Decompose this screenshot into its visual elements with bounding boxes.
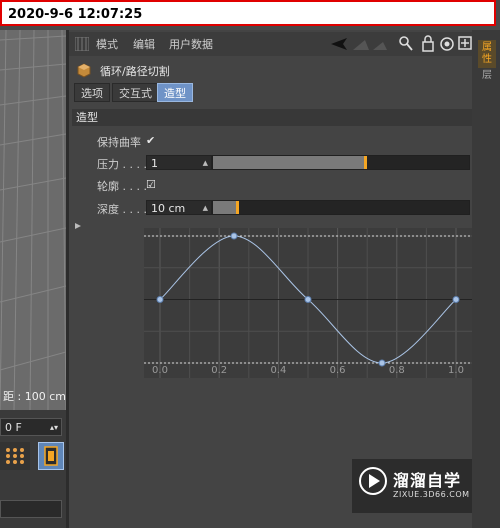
grip-icon[interactable]: [75, 37, 89, 51]
spline-point[interactable]: [378, 359, 386, 367]
play-logo-icon: [359, 467, 387, 495]
dots-icon: [6, 448, 24, 464]
depth-slider[interactable]: [212, 200, 470, 215]
depth-value: 10 cm: [151, 202, 186, 215]
pressure-label: 压力 . . . .: [97, 158, 147, 171]
dots-grid-button[interactable]: [0, 442, 30, 470]
render-film-button[interactable]: [38, 442, 64, 470]
camera-distance-label: 距 : 100 cm: [3, 390, 66, 403]
pressure-field[interactable]: 1 ▲: [146, 155, 212, 170]
pressure-value: 1: [151, 157, 158, 170]
search-icon[interactable]: [399, 36, 413, 52]
lock-icon[interactable]: [421, 35, 435, 52]
pressure-slider-fill: [213, 156, 367, 169]
tab-options[interactable]: 选项: [74, 83, 110, 102]
tab-interactive[interactable]: 交互式: [112, 83, 159, 102]
watermark-name: 溜溜自学: [393, 471, 462, 490]
loop-cut-tool-icon: [77, 63, 91, 78]
nav-arrows-icon[interactable]: [331, 36, 391, 52]
new-panel-icon[interactable]: [458, 36, 472, 52]
menu-edit[interactable]: 编辑: [133, 36, 155, 52]
bottom-dropdown[interactable]: [0, 500, 62, 518]
tab-shaping[interactable]: 造型: [157, 83, 193, 102]
spline-point[interactable]: [304, 296, 312, 303]
depth-field[interactable]: 10 cm ▲: [146, 200, 212, 215]
tab-attributes[interactable]: 属性: [478, 40, 496, 68]
keep-curve-checkbox[interactable]: ✔: [146, 135, 157, 146]
right-tab-strip: [472, 30, 500, 528]
spline-graph[interactable]: 0.0 0.2 0.4 0.6 0.8 1.0: [144, 228, 472, 378]
profile-label: 轮廓 . . . .: [97, 180, 147, 193]
depth-label: 深度 . . . .: [97, 203, 147, 216]
frame-field[interactable]: 0 F ▴▾: [0, 418, 62, 436]
3d-viewport[interactable]: [0, 30, 66, 410]
section-header: 造型: [72, 109, 472, 126]
spline-point[interactable]: [156, 296, 164, 303]
timestamp-banner: 2020-9-6 12:07:25: [0, 0, 496, 26]
x-tick-label: 0.4: [270, 365, 286, 376]
spline-point[interactable]: [230, 232, 238, 240]
menu-user-data[interactable]: 用户数据: [169, 36, 213, 52]
object-title: 循环/路径切割: [100, 65, 170, 78]
x-tick-label: 0.2: [211, 365, 227, 376]
film-icon: [44, 446, 58, 466]
keep-curve-label: 保持曲率: [97, 136, 141, 149]
depth-slider-knob[interactable]: [235, 201, 239, 214]
x-tick-label: 0.0: [152, 365, 168, 376]
pressure-slider[interactable]: [212, 155, 470, 170]
x-tick-label: 0.8: [389, 365, 405, 376]
spline-point[interactable]: [452, 296, 460, 303]
profile-checkbox[interactable]: ☑: [146, 179, 157, 190]
expand-arrow-icon[interactable]: [74, 222, 82, 230]
watermark-url: ZIXUE.3D66.COM: [393, 490, 470, 499]
menu-mode[interactable]: 模式: [96, 36, 118, 52]
viewport-grid: [0, 30, 66, 410]
pressure-slider-knob[interactable]: [363, 156, 367, 169]
spinner-icon[interactable]: ▴▾: [50, 419, 58, 437]
spinner-icon[interactable]: ▲: [203, 156, 208, 171]
spinner-icon[interactable]: ▲: [203, 201, 208, 216]
target-icon[interactable]: [439, 36, 455, 52]
attribute-toolbar: 模式 编辑 用户数据: [69, 32, 472, 56]
x-tick-label: 0.6: [330, 365, 346, 376]
x-tick-label: 1.0: [448, 365, 464, 376]
frame-value: 0 F: [5, 421, 22, 434]
tab-layers[interactable]: 层: [478, 70, 496, 86]
